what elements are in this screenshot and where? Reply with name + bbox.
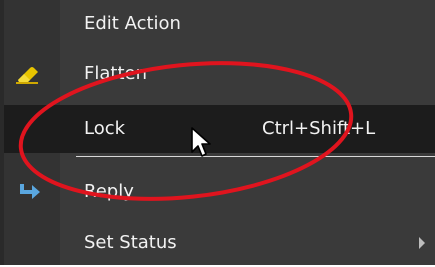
menu-item-reply[interactable]: Reply — [4, 168, 435, 216]
menu-item-label: Set Status — [84, 232, 177, 253]
menu-item-edit-action[interactable]: Edit Action — [4, 0, 435, 48]
context-menu: Edit Action Flatten Lock Ctrl+Shift+L Re… — [0, 0, 435, 267]
submenu-arrow-icon — [419, 237, 425, 249]
reply-arrow-icon — [14, 180, 46, 204]
screenshot-frame: Edit Action Flatten Lock Ctrl+Shift+L Re… — [0, 0, 435, 267]
menu-item-label: Flatten — [84, 63, 147, 84]
eraser-icon — [14, 62, 46, 86]
menu-item-shortcut: Ctrl+Shift+L — [262, 118, 376, 139]
menu-item-set-status[interactable]: Set Status — [4, 219, 435, 267]
menu-item-flatten[interactable]: Flatten — [4, 50, 435, 98]
menu-item-label: Edit Action — [84, 13, 181, 34]
menu-item-lock[interactable]: Lock Ctrl+Shift+L — [4, 105, 435, 153]
menu-item-label: Reply — [84, 181, 134, 202]
menu-item-label: Lock — [84, 118, 126, 139]
menu-separator — [76, 156, 435, 157]
